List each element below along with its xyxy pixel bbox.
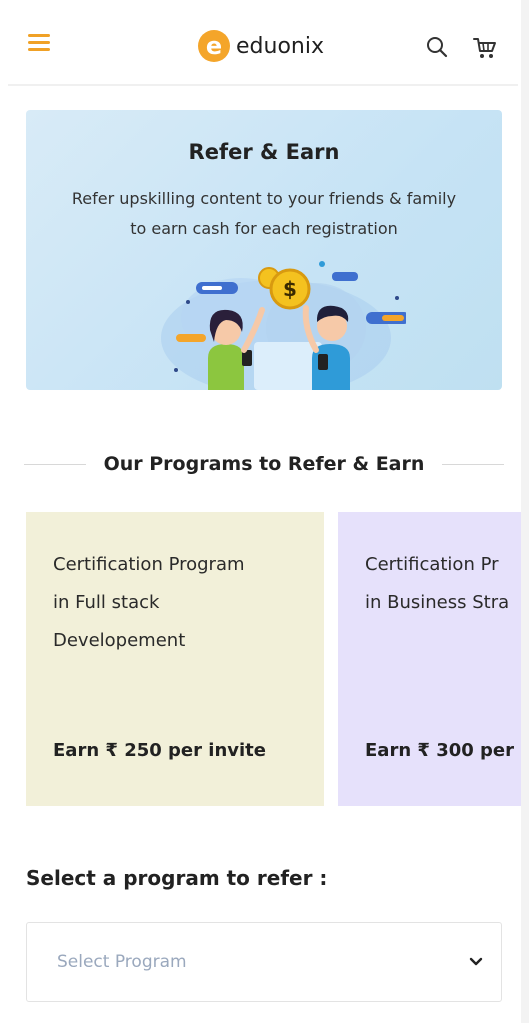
- banner-line-2: to earn cash for each registration: [130, 219, 398, 238]
- program-title-line: Developement: [53, 630, 186, 651]
- refer-illustration: $: [161, 261, 406, 390]
- heading-divider-right: [442, 463, 504, 465]
- coin-dollar: $: [283, 277, 297, 301]
- program-carousel[interactable]: Certification Program in Full stack Deve…: [26, 512, 521, 806]
- programs-heading-text: Our Programs to Refer & Earn: [103, 453, 425, 475]
- logo-mark: e: [198, 30, 230, 62]
- program-card[interactable]: Certification Pr in Business Stra Earn ₹…: [338, 512, 521, 806]
- program-title-line: in Business Stra: [365, 592, 510, 613]
- program-title-line: in Full stack: [53, 592, 160, 613]
- program-card-title: Certification Pr in Business Stra: [365, 546, 521, 622]
- menu-icon[interactable]: [28, 34, 50, 52]
- programs-heading: Our Programs to Refer & Earn: [24, 446, 504, 482]
- banner-title: Refer & Earn: [188, 140, 340, 164]
- refer-earn-banner: Refer & Earn Refer upskilling content to…: [26, 110, 502, 390]
- eduonix-logo[interactable]: e eduonix: [198, 28, 324, 64]
- program-card[interactable]: Certification Program in Full stack Deve…: [26, 512, 324, 806]
- program-select[interactable]: Select Program: [26, 922, 502, 1002]
- banner-description: Refer upskilling content to your friends…: [40, 184, 488, 244]
- select-placeholder: Select Program: [57, 952, 187, 972]
- program-card-title: Certification Program in Full stack Deve…: [53, 546, 303, 660]
- logo-text: eduonix: [236, 33, 324, 59]
- scroll-edge: [521, 0, 529, 1023]
- heading-divider-left: [24, 463, 86, 465]
- banner-line-1: Refer upskilling content to your friends…: [71, 189, 457, 208]
- chevron-down-icon: [469, 957, 483, 966]
- program-title-line: Certification Program: [53, 554, 245, 575]
- program-earn-amount: Earn ₹ 300 per i: [365, 740, 521, 761]
- program-earn-amount: Earn ₹ 250 per invite: [53, 740, 266, 761]
- cart-icon[interactable]: [472, 36, 498, 60]
- top-header: e eduonix: [8, 10, 518, 86]
- screen: e eduonix Refer & Earn Refer upskilling …: [0, 0, 529, 1023]
- select-program-label: Select a program to refer :: [26, 866, 328, 890]
- program-title-line: Certification Pr: [365, 554, 499, 575]
- search-icon[interactable]: [426, 36, 448, 58]
